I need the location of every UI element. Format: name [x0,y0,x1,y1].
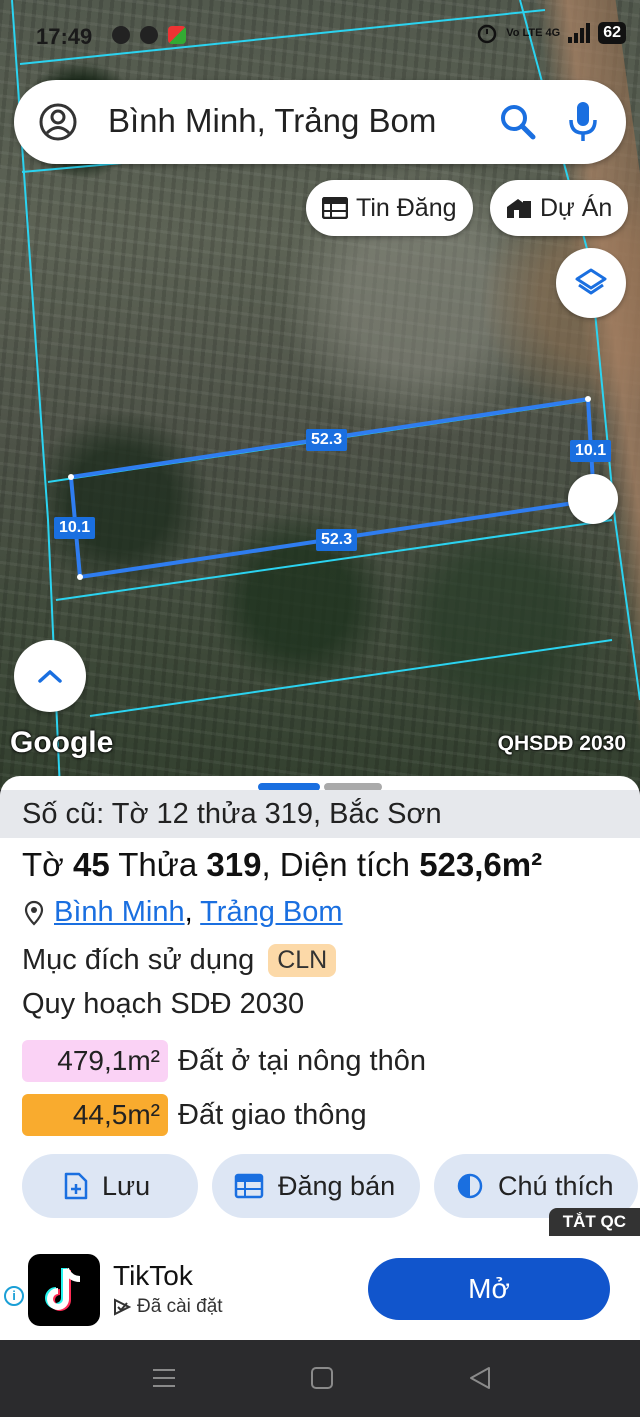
sheet-label: Tờ [22,846,73,883]
system-nav-bar [0,1340,640,1417]
save-button-label: Lưu [102,1170,151,1201]
allocation-row: 479,1m² Đất ở tại nông thôn [22,1040,426,1082]
listings-chip-label: Tin Đăng [356,193,457,222]
allocation-area-badge: 44,5m² [22,1094,168,1136]
tiktok-logo-icon [28,1254,100,1326]
search-bar[interactable]: Bình Minh, Trảng Bom [14,80,626,164]
post-for-sale-label: Đăng bán [278,1170,396,1201]
chevron-up-icon [38,670,62,683]
network-label: Vo LTE 4G [506,27,561,39]
status-time: 17:49 [36,24,93,49]
parcel-vertex [77,574,83,580]
messenger-icon [112,26,130,44]
ad-info-icon[interactable]: i [4,1286,24,1306]
dimension-label-left: 10.1 [54,517,96,539]
alarm-icon [477,24,497,44]
allocation-label: Đất ở tại nông thôn [178,1044,426,1077]
parcel-title: Tờ 45 Thửa 319, Diện tích 523,6m² [22,846,542,884]
plan-title: Quy hoạch SDĐ 2030 [22,988,305,1020]
search-icon[interactable] [498,102,538,142]
allocation-label: Đất giao thông [178,1098,367,1131]
hide-ads-button[interactable]: TẮT QC [548,1208,640,1236]
status-right: Vo LTE 4G 62 [476,22,626,44]
contrast-icon [457,1173,483,1199]
search-input[interactable]: Bình Minh, Trảng Bom [108,102,436,140]
area-label: , Diện tích [261,846,420,883]
old-parcel-number: Số cũ: Tờ 12 thửa 319, Bắc Sơn [0,790,640,838]
home-icon[interactable] [310,1366,334,1390]
building-icon [507,199,531,218]
post-for-sale-button[interactable]: Đăng bán [212,1154,420,1218]
back-icon[interactable] [468,1366,492,1390]
projects-chip[interactable]: Dự Án [490,180,629,236]
vpn-icon [140,26,158,44]
status-bar: 17:49 Vo LTE 4G 62 [0,0,640,70]
purpose-label: Mục đích sử dụng [22,944,255,976]
add-document-icon [64,1172,88,1200]
commune-link[interactable]: Bình Minh [54,896,185,928]
ad-banner[interactable]: i TikTok Đã cài đặt Mở [0,1238,640,1340]
plot-number: 319 [206,846,262,883]
sheet-number: 45 [72,846,110,883]
district-link[interactable]: Trảng Bom [200,896,342,928]
battery-level: 62 [598,22,626,44]
plan-layer-label: QHSDĐ 2030 [497,732,626,755]
parcel-location: Bình Minh, Trảng Bom [24,896,343,929]
legend-button-label: Chú thích [498,1170,614,1201]
layers-icon [575,268,607,295]
plot-border [89,639,613,717]
notification-icons [112,26,186,44]
parcel-info-sheet: Số cũ: Tờ 12 thửa 319, Bắc Sơn Tờ 45 Thử… [0,776,640,1238]
allocation-area-badge: 479,1m² [22,1040,168,1082]
allocation-row: 44,5m² Đất giao thông [22,1094,367,1136]
parcel-vertex [68,474,74,480]
listings-chip[interactable]: Tin Đăng [306,180,473,236]
location-separator: , [184,896,201,928]
layers-button[interactable] [556,248,626,318]
ad-install-status-label: Đã cài đặt [137,1296,223,1317]
parcel-vertex [585,396,591,402]
expand-up-button[interactable] [14,640,86,712]
account-icon[interactable] [38,102,78,142]
installed-check-icon [114,1298,131,1316]
app-notification-icon [168,26,186,44]
calendar-grid-icon [322,197,348,219]
dimension-label-top: 52.3 [306,429,348,451]
google-logo: Google [10,726,114,759]
purpose-code-badge: CLN [268,944,337,977]
land-use-purpose: Mục đích sử dụng CLN [22,944,337,977]
signal-icon [568,23,591,43]
save-button[interactable]: Lưu [22,1154,198,1218]
microphone-icon[interactable] [566,100,600,144]
location-pin-icon [24,900,44,926]
map-view[interactable]: 52.3 52.3 10.1 10.1 17:49 Vo LTE 4G 62 B… [0,0,640,790]
ad-install-status: Đã cài đặt [113,1296,223,1318]
dimension-label-bottom: 52.3 [316,529,358,551]
map-drag-handle[interactable] [568,474,618,524]
action-buttons: Lưu Đăng bán Chú thích [22,1154,638,1218]
calendar-icon [234,1173,264,1199]
dimension-label-right: 10.1 [570,440,612,462]
ad-app-name: TikTok [113,1260,193,1291]
projects-chip-label: Dự Án [540,193,613,222]
plot-label: Thửa [109,846,207,883]
tiktok-note-glyph [45,1267,81,1311]
recent-apps-icon[interactable] [152,1366,176,1390]
ad-open-button[interactable]: Mở [368,1258,610,1320]
parcel-area: 523,6m² [419,846,543,883]
